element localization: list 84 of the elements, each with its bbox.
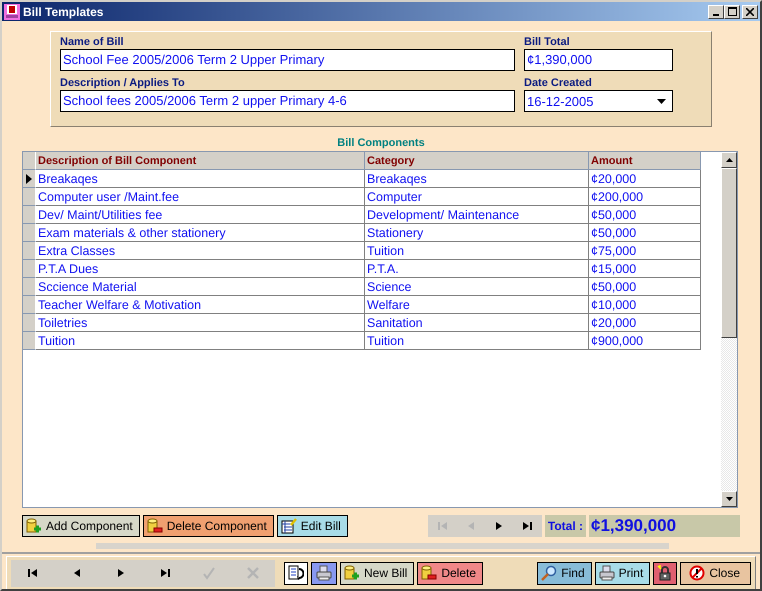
table-cell: Breakaqes: [365, 170, 589, 188]
maximize-icon: [728, 7, 736, 16]
database-minus-icon: [146, 518, 163, 534]
close-icon: [746, 8, 754, 16]
lock-button[interactable]: [653, 562, 678, 584]
current-row-icon: [26, 174, 32, 184]
total-amount: ¢1,390,000: [589, 514, 740, 536]
scroll-thumb[interactable]: [721, 168, 737, 338]
print-button[interactable]: Print: [594, 562, 650, 584]
table-cell: Welfare: [365, 296, 589, 314]
scroll-down-icon: [726, 497, 732, 501]
table-cell: Breakaqes: [36, 170, 365, 188]
table-cell: ¢10,000: [589, 296, 701, 314]
vertical-scrollbar[interactable]: [721, 152, 737, 507]
database-plus-icon: [26, 518, 42, 534]
minimize-icon: [713, 14, 719, 16]
checkmark-icon: [201, 565, 217, 581]
undo-button[interactable]: [284, 562, 308, 584]
field-label: Description / Applies To: [60, 77, 186, 90]
table-cell: ¢20,000: [589, 314, 701, 332]
table-cell: Development/ Maintenance: [365, 206, 589, 224]
table-cell: Exam materials & other stationery: [36, 224, 365, 242]
minimize-button[interactable]: [708, 4, 724, 18]
bill-name-field[interactable]: School Fee 2005/2006 Term 2 Upper Primary: [60, 49, 515, 71]
table-cell: Computer: [365, 188, 589, 206]
database-plus-icon: [344, 565, 360, 581]
database-minus-icon: [421, 565, 438, 581]
table-cell: ¢50,000: [589, 224, 701, 242]
table-cell: Tuition: [365, 242, 589, 260]
section-title: Bill Components: [336, 137, 426, 150]
delete-button[interactable]: Delete: [417, 562, 484, 584]
new-bill-button[interactable]: New Bill: [340, 562, 414, 584]
maximize-button[interactable]: [724, 4, 740, 18]
table-cell: Dev/ Maint/Utilities fee: [36, 206, 365, 224]
search-icon: [541, 565, 558, 581]
table-cell: ¢900,000: [589, 332, 701, 350]
padlock-icon: [657, 565, 674, 581]
table-cell: Sccience Material: [36, 278, 365, 296]
column-header: Category: [365, 152, 589, 170]
print-preview-button[interactable]: [311, 562, 337, 584]
table-cell: Sanitation: [365, 314, 589, 332]
table-cell: P.T.A Dues: [36, 260, 365, 278]
app-icon: [4, 4, 20, 20]
table-cell: Computer user /Maint.fee: [36, 188, 365, 206]
cross-icon: [245, 565, 261, 581]
description-field[interactable]: School fees 2005/2006 Term 2 upper Primary 4-6: [60, 90, 515, 112]
table-cell: ¢50,000: [589, 206, 701, 224]
field-label: Date Created: [524, 77, 593, 90]
table-cell: Stationery: [365, 224, 589, 242]
edit-bill-button[interactable]: Edit Bill: [276, 514, 348, 536]
table-pencil-icon: [280, 518, 297, 534]
date-dropdown[interactable]: 16-12-2005: [524, 90, 673, 112]
table-cell: Tuition: [36, 332, 365, 350]
bill-total-field[interactable]: ¢1,390,000: [524, 49, 673, 71]
table-cell: ¢15,000: [589, 260, 701, 278]
close-button[interactable]: Close: [680, 562, 751, 584]
total-label: Total :: [544, 514, 586, 536]
column-header: Description of Bill Component: [36, 152, 365, 170]
field-label: Name of Bill: [60, 36, 125, 49]
table-cell: Tuition: [365, 332, 589, 350]
table-cell: ¢50,000: [589, 278, 701, 296]
table-cell: P.T.A.: [365, 260, 589, 278]
find-button[interactable]: Find: [537, 562, 592, 584]
table-cell: ¢20,000: [589, 170, 701, 188]
window-title: Bill Templates: [23, 4, 104, 18]
document-arrow-icon: [288, 565, 304, 581]
printer-icon: [598, 565, 615, 581]
add-component-button[interactable]: Add Component: [22, 514, 140, 536]
row-selector[interactable]: [23, 170, 36, 188]
horizontal-scrollbar[interactable]: [96, 543, 669, 549]
table-cell: ¢200,000: [589, 188, 701, 206]
field-label: Bill Total: [524, 36, 571, 49]
close-window-button[interactable]: [742, 4, 758, 18]
dropdown-arrow-icon: [657, 98, 666, 104]
scroll-up-icon: [726, 158, 732, 162]
table-cell: ¢75,000: [589, 242, 701, 260]
delete-component-button[interactable]: Delete Component: [142, 514, 274, 536]
column-header: Amount: [589, 152, 701, 170]
printer-icon: [316, 565, 332, 581]
no-entry-icon: [689, 565, 706, 581]
table-cell: Teacher Welfare & Motivation: [36, 296, 365, 314]
table-cell: Extra Classes: [36, 242, 365, 260]
table-cell: Science: [365, 278, 589, 296]
table-cell: Toiletries: [36, 314, 365, 332]
